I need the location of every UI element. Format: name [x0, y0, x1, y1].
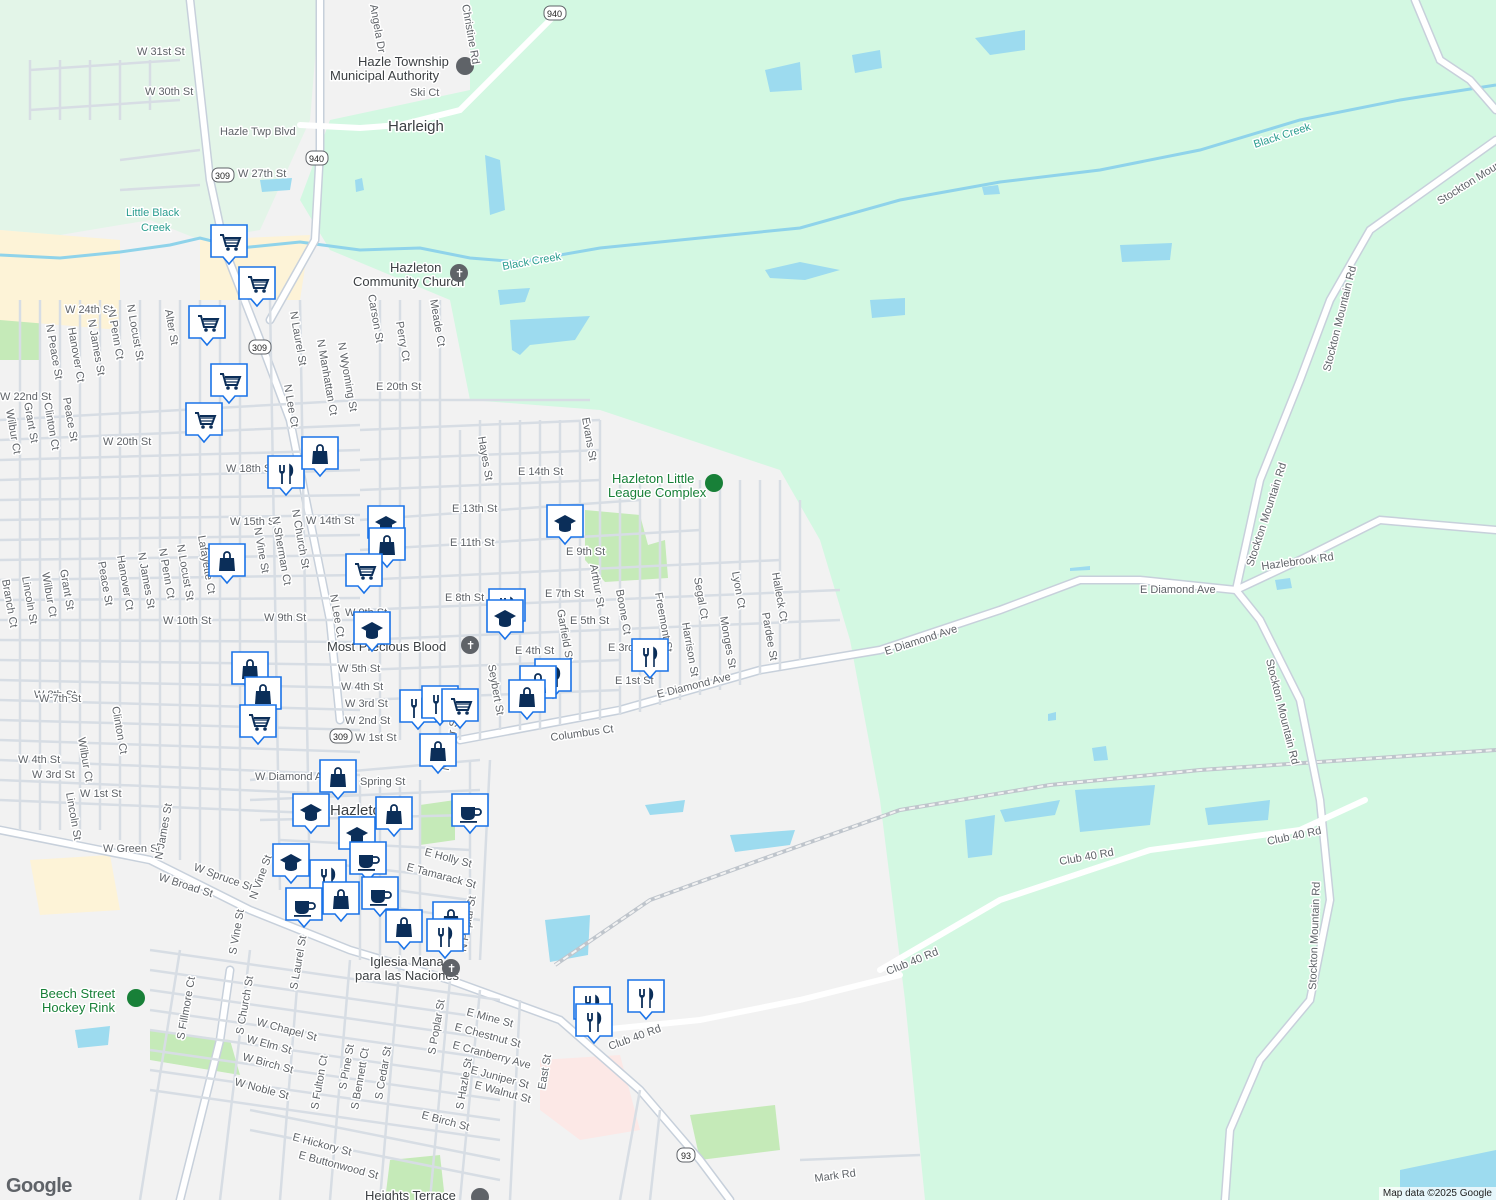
street-label: W 4th St [18, 754, 60, 766]
svg-text:940: 940 [547, 9, 562, 19]
street-label: W 3rd St [32, 769, 75, 781]
highway-shield-93: 93 [676, 1147, 696, 1163]
poi-label: League Complex [608, 485, 707, 500]
creek-label: Little Black [126, 207, 180, 219]
svg-text:309: 309 [252, 343, 267, 353]
poi-label: Hockey Rink [42, 1000, 115, 1015]
street-label: W 1st St [355, 732, 397, 744]
street-label: E 5th St [570, 615, 609, 627]
street-label: W 31st St [137, 46, 185, 58]
street-label: W 7th St [39, 693, 81, 705]
street-label: W 27th St [238, 168, 286, 180]
poi-label: Beech Street [40, 986, 116, 1001]
creek-label: Creek [141, 222, 171, 234]
church-cross-icon: ✝ [447, 963, 456, 975]
street-label: Ski Ct [410, 87, 439, 99]
commercial-area [30, 855, 120, 915]
church-cross-icon: ✝ [466, 640, 475, 652]
street-label: W 4th St [341, 681, 383, 693]
park-area [420, 800, 455, 845]
map-attribution: Map data ©2025 Google [1378, 1187, 1496, 1200]
street-label: W 20th St [103, 436, 151, 448]
street-label: W 3rd St [345, 698, 388, 710]
street-label: W 18th St [226, 463, 274, 475]
highway-shield-309: 309 [248, 339, 272, 355]
street-label: E 13th St [452, 503, 497, 515]
street-label: Spring St [360, 776, 405, 788]
highway-shield-940: 940 [305, 150, 329, 166]
poi-label: Heights Terrace [365, 1188, 456, 1200]
highway-shield-940: 940 [543, 5, 567, 21]
church-cross-icon: ✝ [455, 268, 464, 280]
svg-text:940: 940 [309, 154, 324, 164]
svg-text:309: 309 [333, 732, 348, 742]
highway-shield-309: 309 [211, 167, 235, 183]
poi-label: Hazle Township [358, 54, 449, 69]
street-label: W 10th St [163, 615, 211, 627]
poi-label: Municipal Authority [330, 68, 440, 83]
poi-label: Iglesia Mana [370, 954, 444, 969]
street-label: W 9th St [264, 612, 306, 624]
street-label: E 14th St [518, 466, 563, 478]
street-label: W 30th St [145, 86, 193, 98]
street-label: W 1st St [80, 788, 122, 800]
poi-label: Hazleton Little [612, 471, 694, 486]
street-label: E 1st St [615, 675, 654, 687]
street-label: W 5th St [338, 663, 380, 675]
park-icon [127, 989, 145, 1007]
poi-label: Community Church [353, 274, 464, 289]
highway-shield-309: 309 [329, 728, 353, 744]
google-logo: Google [6, 1175, 72, 1197]
street-label: E 20th St [376, 381, 421, 393]
park-icon [705, 474, 723, 492]
street-label: Hazle Twp Blvd [220, 126, 296, 138]
street-label: W 2nd St [345, 715, 390, 727]
street-label: E 9th St [566, 546, 605, 558]
street-label: E 4th St [515, 645, 554, 657]
map-canvas[interactable]: Harleigh Hazleton Black Creek Black Cree… [0, 0, 1496, 1200]
street-label: W 14th St [306, 515, 354, 527]
street-label: W 22nd St [0, 391, 51, 403]
street-label: W Green St [103, 843, 160, 855]
poi-label: Hazleton [390, 260, 441, 275]
street-label: E 11th St [450, 537, 494, 549]
street-label: E Diamond Ave [1140, 584, 1216, 596]
svg-text:309: 309 [215, 171, 230, 181]
svg-text:93: 93 [681, 1151, 691, 1161]
town-label: Harleigh [388, 118, 444, 135]
street-label: E 7th St [545, 588, 584, 600]
street-label: E 8th St [445, 592, 484, 604]
